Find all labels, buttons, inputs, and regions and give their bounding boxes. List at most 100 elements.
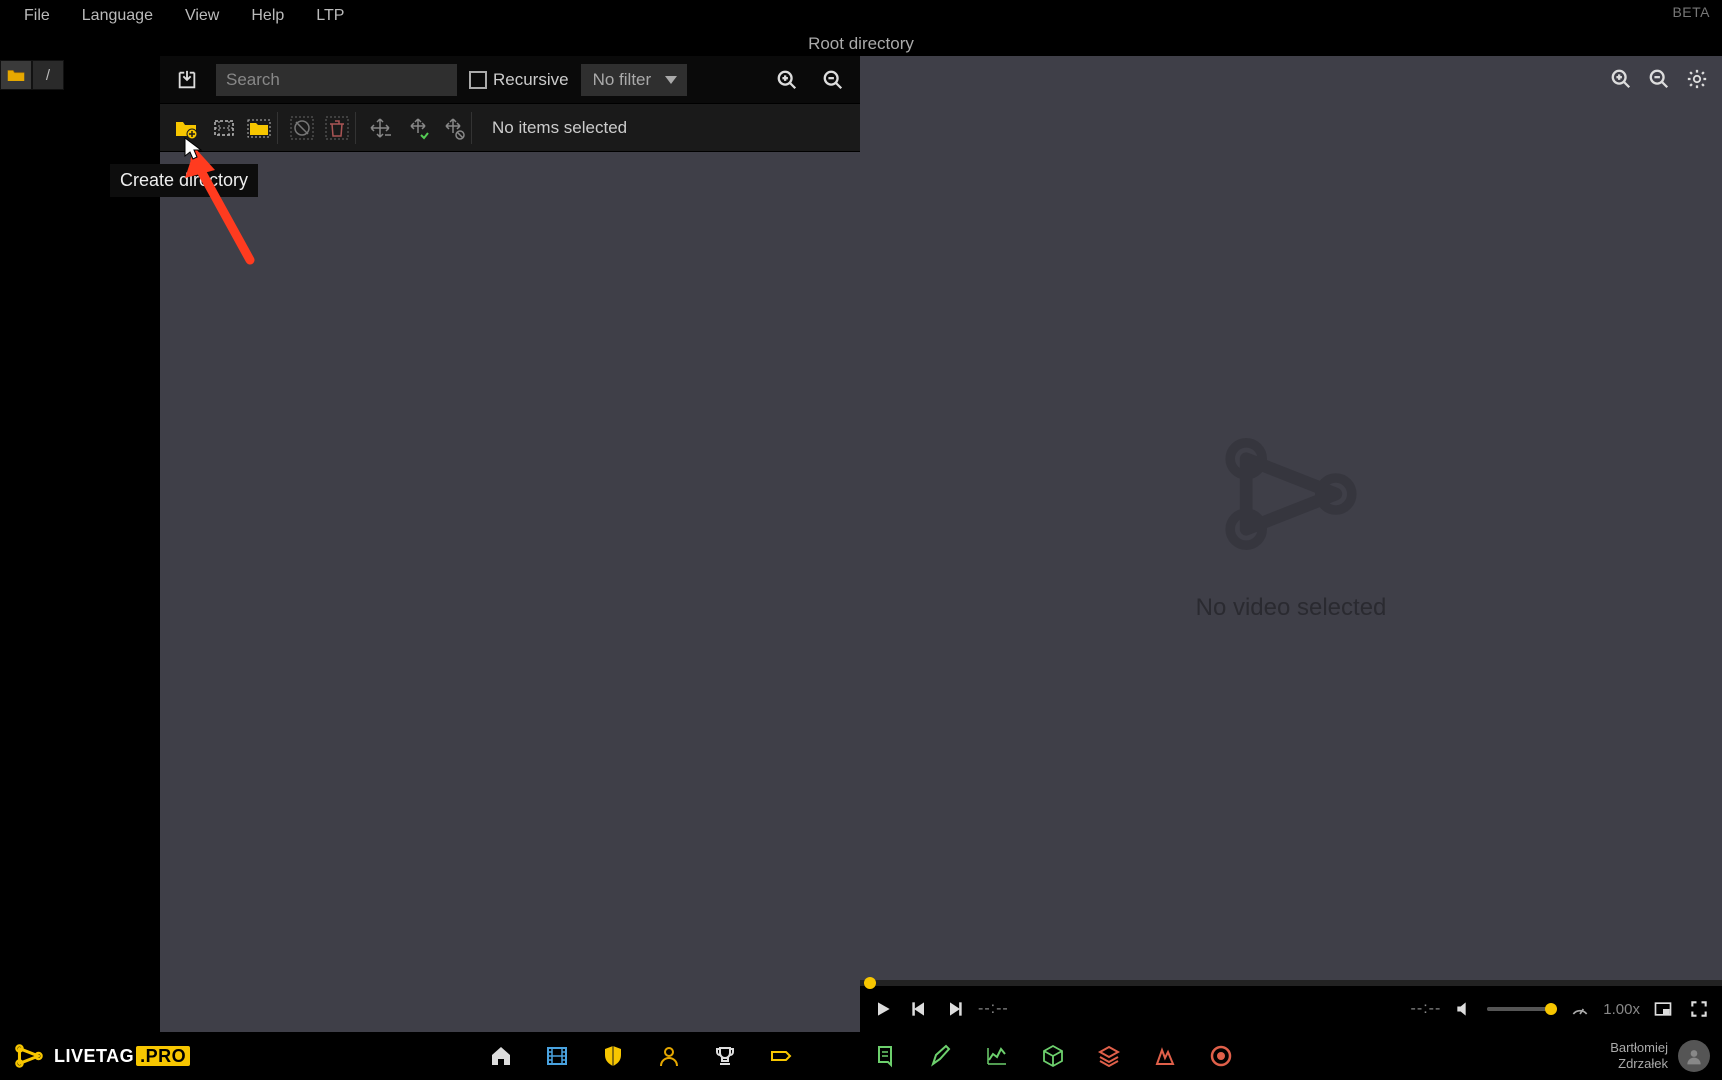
toolbar-actions: No items selected: [160, 104, 860, 152]
trophy-icon: [713, 1044, 737, 1068]
menu-ltp[interactable]: LTP: [300, 1, 360, 31]
shield-icon: [601, 1044, 625, 1068]
video-settings-button[interactable]: [1682, 64, 1712, 94]
sidebar-left: /: [0, 56, 160, 1032]
zoom-in-button[interactable]: [770, 63, 804, 97]
volume-knob[interactable]: [1545, 1003, 1557, 1015]
disable-button[interactable]: [286, 112, 318, 144]
new-folder-alt-button[interactable]: [246, 112, 278, 144]
app-logo-icon: [12, 1039, 46, 1073]
nav-record-button[interactable]: [1207, 1042, 1235, 1070]
search-input[interactable]: [216, 64, 457, 96]
video-progress-track[interactable]: [860, 980, 1722, 986]
zoom-in-icon: [1610, 68, 1632, 90]
main-row: / Recursive No filter: [0, 56, 1722, 1032]
menu-file[interactable]: File: [8, 1, 66, 31]
step-back-button[interactable]: [906, 996, 932, 1022]
file-list-area[interactable]: [160, 152, 860, 1032]
import-button[interactable]: [170, 63, 204, 97]
nav-layers-button[interactable]: [1095, 1042, 1123, 1070]
app-logo-placeholder-icon: [1211, 414, 1371, 574]
pen-icon: [929, 1044, 953, 1068]
create-directory-button[interactable]: [170, 112, 202, 144]
nav-notes-button[interactable]: [871, 1042, 899, 1070]
recursive-checkbox[interactable]: Recursive: [469, 70, 569, 90]
user-avatar-icon: [1684, 1046, 1704, 1066]
step-forward-button[interactable]: [942, 996, 968, 1022]
zoom-out-button[interactable]: [816, 63, 850, 97]
note-icon: [873, 1044, 897, 1068]
logo[interactable]: LIVETAG.PRO: [12, 1039, 190, 1073]
nav-tag-button[interactable]: [767, 1042, 795, 1070]
play-icon: [873, 999, 893, 1019]
recursive-label: Recursive: [493, 70, 569, 90]
nav-user-button[interactable]: [655, 1042, 683, 1070]
nav-videos-button[interactable]: [543, 1042, 571, 1070]
mute-button[interactable]: [1451, 996, 1477, 1022]
move-check-icon: [406, 116, 430, 140]
beta-badge: BETA: [1672, 4, 1710, 20]
nav-trophy-button[interactable]: [711, 1042, 739, 1070]
layers-icon: [1097, 1044, 1121, 1068]
menu-language[interactable]: Language: [66, 1, 169, 31]
nav-heatmap-button[interactable]: [1151, 1042, 1179, 1070]
menubar: File Language View Help LTP: [0, 0, 1722, 32]
time-elapsed: --:--: [978, 1000, 1009, 1018]
step-back-icon: [909, 999, 929, 1019]
zoom-in-icon: [776, 69, 798, 91]
tag-icon: [769, 1044, 793, 1068]
record-icon: [1209, 1044, 1233, 1068]
nav-stats-button[interactable]: [983, 1042, 1011, 1070]
play-button[interactable]: [870, 996, 896, 1022]
pip-button[interactable]: [1650, 996, 1676, 1022]
move-confirm-button[interactable]: [402, 112, 434, 144]
user-block[interactable]: Bartłomiej Zdrzałek: [1610, 1040, 1710, 1072]
heatmap-icon: [1153, 1044, 1177, 1068]
filter-dropdown[interactable]: No filter: [581, 64, 688, 96]
film-dashed-icon: [212, 116, 236, 140]
zoom-out-icon: [1648, 68, 1670, 90]
video-zoom-out-button[interactable]: [1644, 64, 1674, 94]
sidebar-tab-folder[interactable]: [0, 60, 32, 90]
folder-icon: [7, 68, 25, 82]
nav-pen-button[interactable]: [927, 1042, 955, 1070]
video-placeholder-text: No video selected: [1196, 594, 1387, 622]
chevron-down-icon: [665, 76, 677, 84]
video-panel: No video selected --:-- --:--: [860, 56, 1722, 1032]
move-cancel-button[interactable]: [440, 112, 472, 144]
video-controls: --:-- --:-- 1.00x: [860, 980, 1722, 1032]
nav-3d-button[interactable]: [1039, 1042, 1067, 1070]
fullscreen-button[interactable]: [1686, 996, 1712, 1022]
pip-icon: [1653, 999, 1673, 1019]
move-cancel-icon: [441, 116, 465, 140]
nav-home-button[interactable]: [487, 1042, 515, 1070]
zoom-out-icon: [822, 69, 844, 91]
move-button[interactable]: [364, 112, 396, 144]
folder-plus-icon: [174, 116, 198, 140]
menu-view[interactable]: View: [169, 1, 235, 31]
add-video-button[interactable]: [208, 112, 240, 144]
delete-button[interactable]: [324, 112, 356, 144]
video-area[interactable]: No video selected: [860, 56, 1722, 980]
tooltip-create-directory: Create directory: [110, 164, 258, 197]
logo-text: LIVETAG.PRO: [54, 1046, 190, 1067]
download-into-icon: [176, 69, 198, 91]
video-progress-knob[interactable]: [864, 977, 876, 989]
sidebar-tab-path[interactable]: /: [32, 60, 64, 90]
chart-line-icon: [985, 1044, 1009, 1068]
avatar[interactable]: [1678, 1040, 1710, 1072]
filter-label: No filter: [593, 70, 652, 90]
path-label: /: [46, 67, 50, 84]
gear-icon: [1686, 68, 1708, 90]
time-remaining: --:--: [1411, 1000, 1442, 1018]
volume-slider[interactable]: [1487, 1007, 1557, 1011]
video-zoom-in-button[interactable]: [1606, 64, 1636, 94]
toolbar-search: Recursive No filter: [160, 56, 860, 104]
step-forward-icon: [945, 999, 965, 1019]
nav-shield-button[interactable]: [599, 1042, 627, 1070]
speed-gauge-button[interactable]: [1567, 996, 1593, 1022]
volume-icon: [1454, 999, 1474, 1019]
selection-status: No items selected: [492, 118, 627, 138]
menu-help[interactable]: Help: [235, 1, 300, 31]
speed-label: 1.00x: [1603, 1001, 1640, 1018]
